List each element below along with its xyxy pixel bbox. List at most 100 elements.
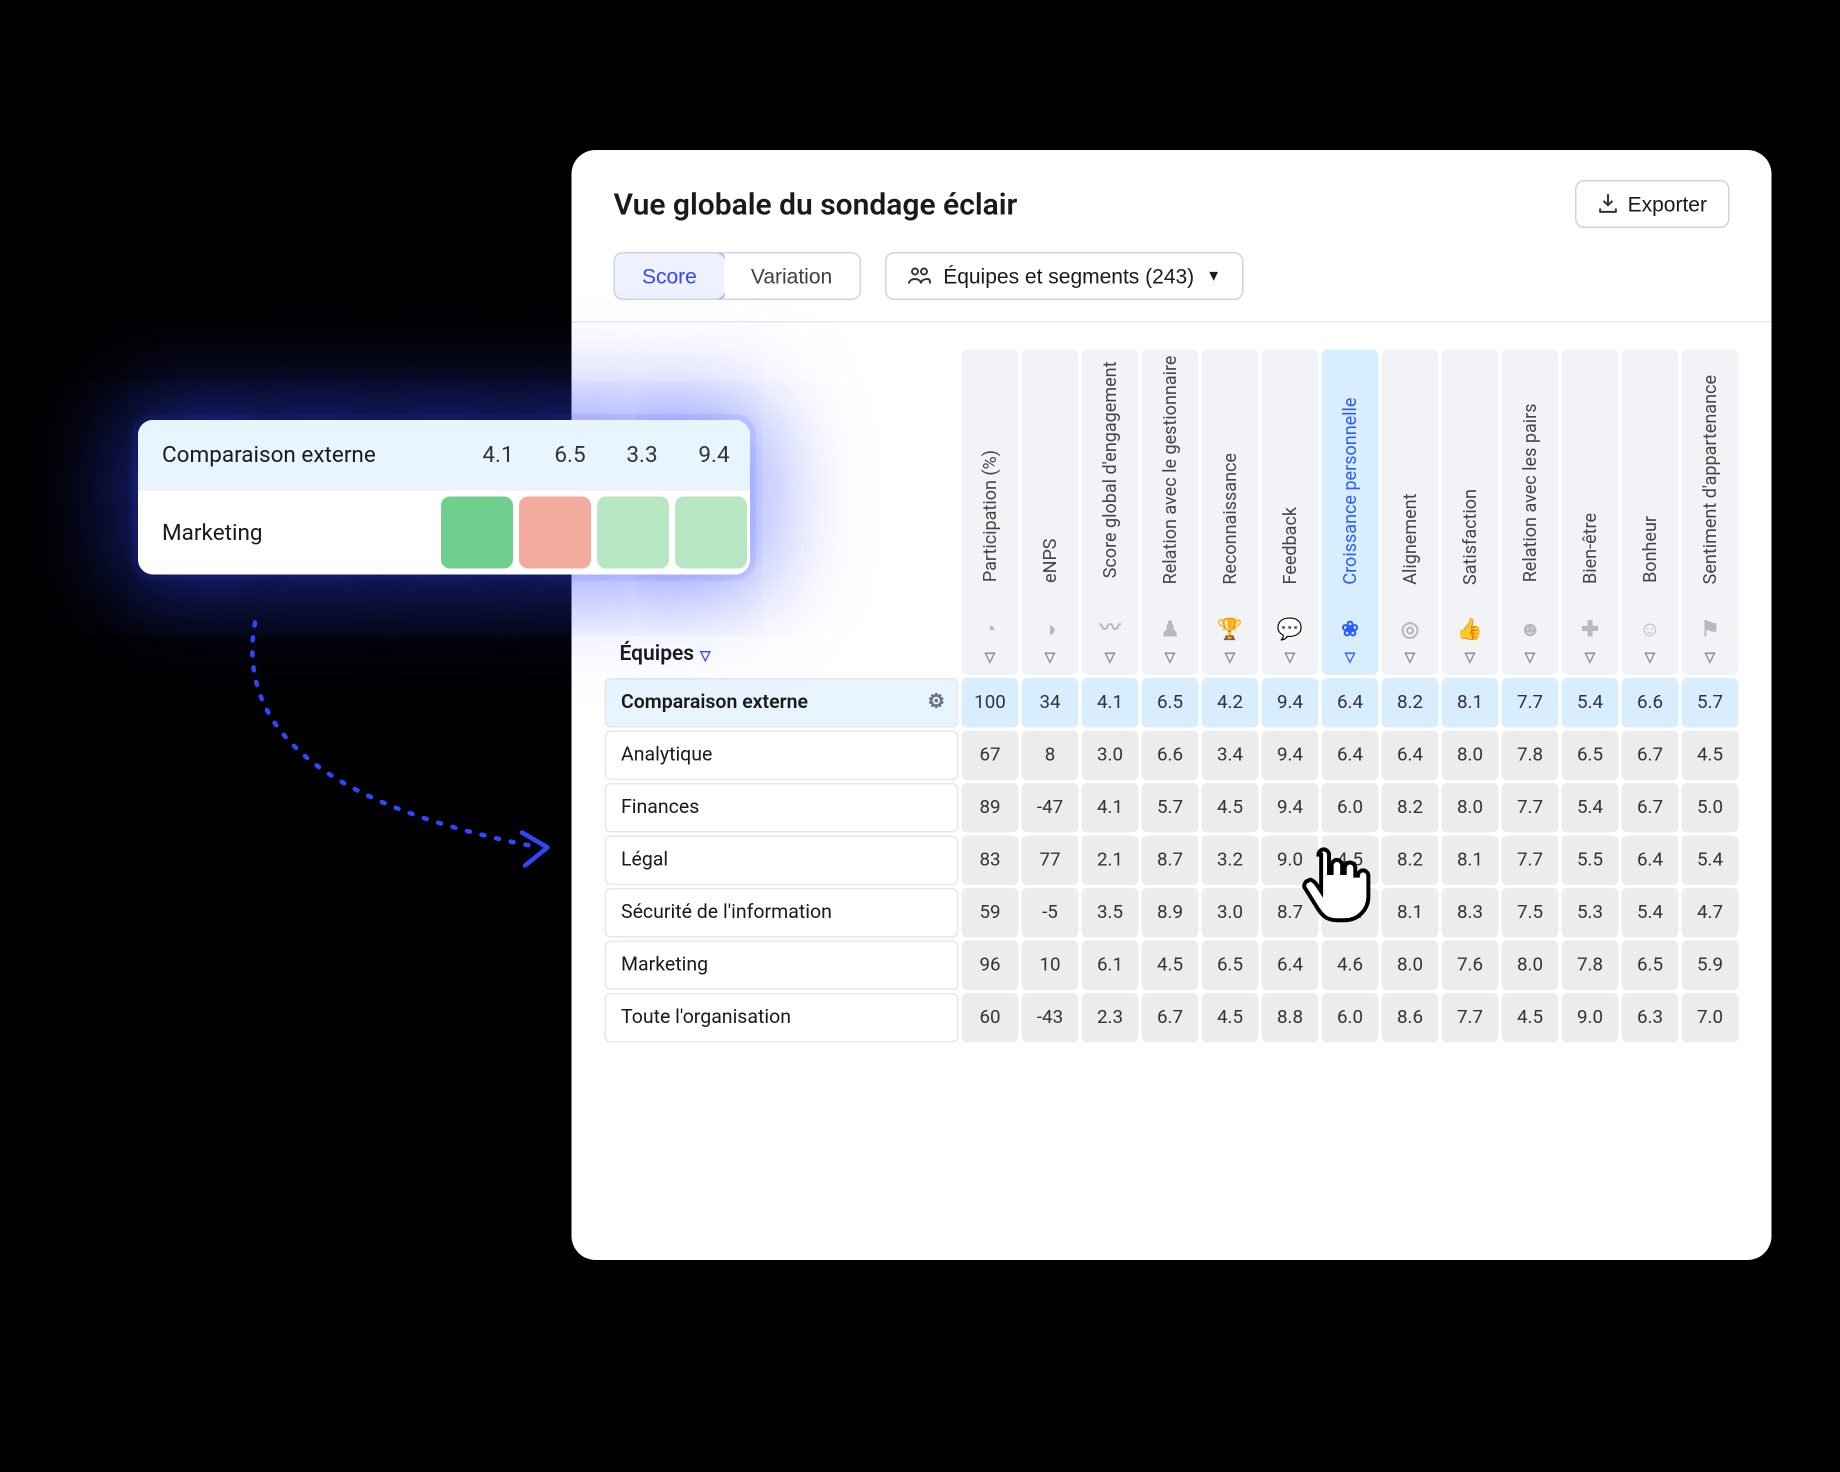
metric-cell[interactable]: 100 [962,677,1019,727]
metric-cell[interactable]: 4.7 [1682,887,1739,937]
column-header[interactable]: Score global d'engagement〰▽ [1082,350,1139,675]
metric-cell[interactable]: 2.1 [1082,835,1139,885]
metric-cell[interactable]: 7.7 [1502,835,1559,885]
metric-cell[interactable]: 6.7 [1142,992,1199,1042]
metric-cell[interactable]: 6.4 [1622,835,1679,885]
metric-cell[interactable]: 8 [1022,730,1079,780]
filter-teams-segments[interactable]: Équipes et segments (243) ▼ [885,252,1244,300]
metric-cell[interactable]: 6.4 [1322,730,1379,780]
metric-cell[interactable]: 7.7 [1442,992,1499,1042]
metric-cell[interactable]: 5.7 [1142,782,1199,832]
metric-cell[interactable]: 9.4 [1262,782,1319,832]
metric-cell[interactable]: 5.4 [1622,887,1679,937]
metric-cell[interactable]: 96 [962,940,1019,990]
metric-cell[interactable]: 6.1 [1082,940,1139,990]
metric-cell[interactable]: 4.1 [1082,677,1139,727]
metric-cell[interactable]: -43 [1022,992,1079,1042]
metric-cell[interactable]: 83 [962,835,1019,885]
metric-cell[interactable]: 8.1 [1442,835,1499,885]
metric-cell[interactable]: 8.2 [1382,677,1439,727]
column-header[interactable]: Participation (%)◔▽ [962,350,1019,675]
metric-cell[interactable]: 4.5 [1502,992,1559,1042]
export-button[interactable]: Exporter [1575,180,1729,228]
metric-cell[interactable]: 8.7 [1262,887,1319,937]
metric-cell[interactable]: -47 [1022,782,1079,832]
metric-cell[interactable]: 8.9 [1142,887,1199,937]
metric-cell[interactable]: 8.8 [1262,992,1319,1042]
metric-cell[interactable]: 6.6 [1622,677,1679,727]
metric-cell[interactable]: 60 [962,992,1019,1042]
metric-cell[interactable]: 6.5 [1142,677,1199,727]
metric-cell[interactable]: 7.7 [1502,677,1559,727]
metric-cell[interactable]: 3.0 [1202,887,1259,937]
metric-cell[interactable]: 4.5 [1202,992,1259,1042]
metric-cell[interactable]: 8.2 [1382,835,1439,885]
metric-cell[interactable]: 4.5 [1142,940,1199,990]
column-header[interactable]: eNPS◑▽ [1022,350,1079,675]
metric-cell[interactable]: 67 [962,730,1019,780]
row-label[interactable]: Finances [605,782,959,832]
metric-cell[interactable]: 8.0 [1442,730,1499,780]
metric-cell[interactable]: 7.8 [1502,730,1559,780]
metric-cell[interactable]: 8.3 [1442,887,1499,937]
column-header[interactable]: Croissance personnelle❀▽ [1322,350,1379,675]
row-label[interactable]: Marketing [605,940,959,990]
tab-variation[interactable]: Variation [724,254,859,299]
column-header[interactable]: Bonheur☺▽ [1622,350,1679,675]
metric-cell[interactable]: 34 [1022,677,1079,727]
metric-cell[interactable]: 5.0 [1682,782,1739,832]
column-header[interactable]: Satisfaction👍▽ [1442,350,1499,675]
metric-cell[interactable]: 77 [1022,835,1079,885]
metric-cell[interactable]: 7.7 [1502,782,1559,832]
metric-cell[interactable]: 7.0 [1682,992,1739,1042]
metric-cell[interactable]: 4.1 [1082,782,1139,832]
row-label[interactable]: Toute l'organisation [605,992,959,1042]
gear-icon[interactable]: ⚙ [928,691,945,714]
row-label[interactable]: Analytique [605,730,959,780]
metric-cell[interactable]: 6.6 [1142,730,1199,780]
metric-cell[interactable]: 3.5 [1082,887,1139,937]
metric-cell[interactable]: 6.5 [1562,730,1619,780]
metric-cell[interactable]: 10 [1022,940,1079,990]
metric-cell[interactable]: 6.4 [1262,940,1319,990]
metric-cell[interactable]: 4.5 [1322,835,1379,885]
metric-cell[interactable]: 8.1 [1442,677,1499,727]
metric-cell[interactable]: 7.8 [1562,940,1619,990]
metric-cell[interactable]: 9.4 [1262,730,1319,780]
metric-cell[interactable]: 5.9 [1682,940,1739,990]
column-header[interactable]: Bien-être✚▽ [1562,350,1619,675]
column-header[interactable]: Alignement◎▽ [1382,350,1439,675]
row-label[interactable]: Sécurité de l'information [605,887,959,937]
metric-cell[interactable]: 4.6 [1322,940,1379,990]
metric-cell[interactable]: 6.4 [1322,677,1379,727]
metric-cell[interactable]: 9.0 [1262,835,1319,885]
column-header[interactable]: Reconnaissance🏆▽ [1202,350,1259,675]
metric-cell[interactable]: 6.7 [1622,782,1679,832]
metric-cell[interactable]: 7.6 [1442,940,1499,990]
metric-cell[interactable]: 9.4 [1262,677,1319,727]
metric-cell[interactable]: 6.4 [1382,730,1439,780]
tab-score[interactable]: Score [614,252,726,300]
metric-cell[interactable]: 7.5 [1502,887,1559,937]
metric-cell[interactable]: 3.2 [1202,835,1259,885]
metric-cell[interactable]: 6.5 [1202,940,1259,990]
metric-cell[interactable]: 6.5 [1622,940,1679,990]
column-header[interactable]: Relation avec les pairs☻▽ [1502,350,1559,675]
metric-cell[interactable]: -5 [1022,887,1079,937]
metric-cell[interactable]: 8.0 [1502,940,1559,990]
metric-cell[interactable]: 6.4 [1322,887,1379,937]
metric-cell[interactable]: 5.5 [1562,835,1619,885]
metric-cell[interactable]: 8.6 [1382,992,1439,1042]
metric-cell[interactable]: 5.4 [1682,835,1739,885]
metric-cell[interactable]: 6.0 [1322,992,1379,1042]
metric-cell[interactable]: 8.2 [1382,782,1439,832]
metric-cell[interactable]: 4.5 [1682,730,1739,780]
metric-cell[interactable]: 6.0 [1322,782,1379,832]
metric-cell[interactable]: 8.7 [1142,835,1199,885]
column-header[interactable]: Sentiment d'appartenance⚑▽ [1682,350,1739,675]
metric-cell[interactable]: 2.3 [1082,992,1139,1042]
metric-cell[interactable]: 3.4 [1202,730,1259,780]
metric-cell[interactable]: 4.5 [1202,782,1259,832]
metric-cell[interactable]: 5.3 [1562,887,1619,937]
metric-cell[interactable]: 59 [962,887,1019,937]
